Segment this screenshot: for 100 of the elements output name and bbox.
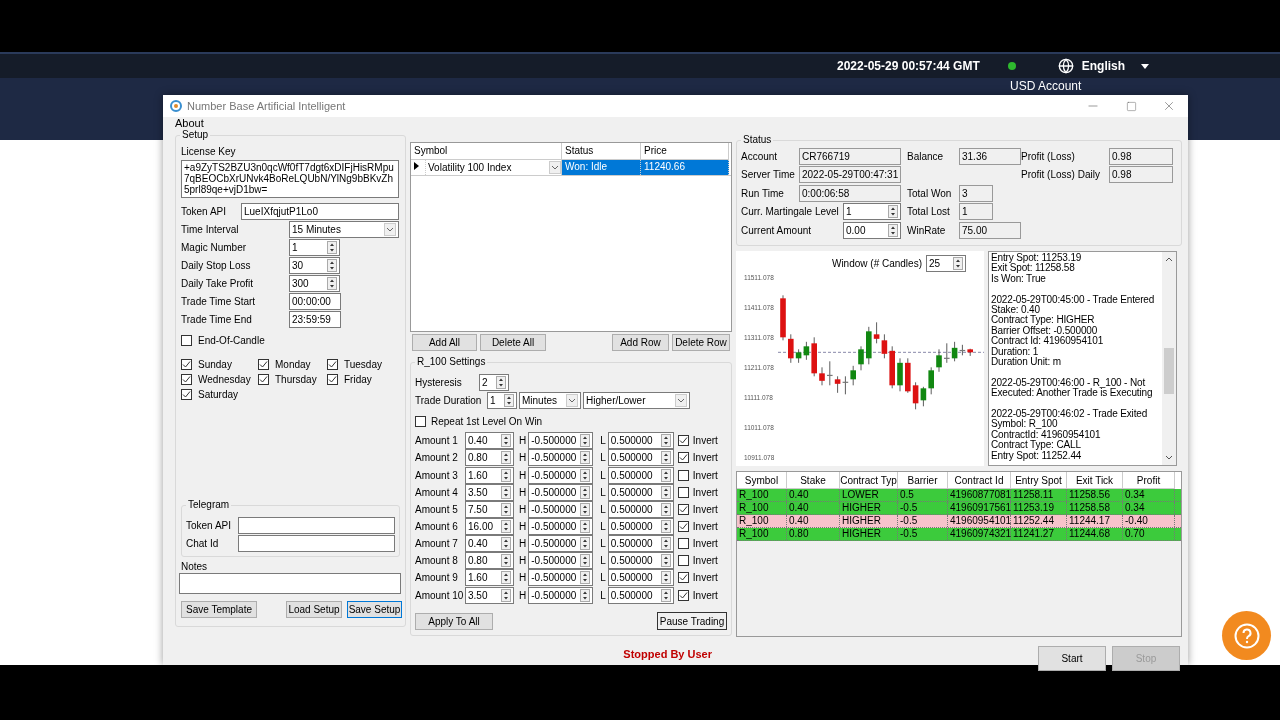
dropdown[interactable]: Higher/Lower xyxy=(583,391,690,409)
checkbox-label: Invert xyxy=(692,520,718,532)
table-cell: 0.40 xyxy=(787,489,840,501)
number-field[interactable]: 30 xyxy=(289,256,340,274)
button[interactable]: Save Template xyxy=(181,600,257,618)
menu-item[interactable]: About xyxy=(175,117,204,129)
globe-icon[interactable] xyxy=(1057,58,1074,74)
spin-arrows-icon xyxy=(953,256,963,270)
table-cell: 41960877081 xyxy=(948,489,1011,501)
checkbox[interactable] xyxy=(677,503,689,515)
button[interactable]: Delete All xyxy=(480,334,546,351)
time-field[interactable]: 00:00:00 xyxy=(289,292,341,310)
number-field[interactable]: -0.500000 xyxy=(528,552,594,570)
number-field[interactable]: 0.500000 xyxy=(607,535,674,553)
status-message: Stopped By User xyxy=(622,648,713,660)
button[interactable]: Add All xyxy=(412,334,477,351)
number-field[interactable]: 3.50 xyxy=(465,586,514,604)
text-field[interactable]: LueIXfqjutP1Lo0 xyxy=(241,202,399,220)
caret-icon[interactable] xyxy=(1141,63,1150,69)
checkbox[interactable] xyxy=(677,469,689,481)
number-field[interactable]: 0.500000 xyxy=(607,432,674,450)
number-field[interactable]: 0.500000 xyxy=(607,466,674,484)
number-field[interactable]: 0.500000 xyxy=(607,569,674,587)
readonly-field: 2022-05-29T00:47:31 xyxy=(799,166,901,183)
number-field[interactable]: 1 xyxy=(289,238,340,256)
checkbox[interactable] xyxy=(258,374,269,385)
table-cell: R_100 xyxy=(737,528,787,540)
log-line: Duration: 1 xyxy=(991,346,1040,357)
checkbox[interactable] xyxy=(181,374,192,385)
checkbox[interactable] xyxy=(258,359,269,370)
number-field[interactable]: -0.500000 xyxy=(528,535,594,553)
button[interactable]: Pause Trading xyxy=(657,612,727,631)
date-time: 2022-05-29 00:57:44 GMT xyxy=(837,59,980,73)
number-field[interactable]: 0.00 xyxy=(843,221,901,239)
table-row[interactable]: Volatility 100 Index Won: Idle 11240.66 xyxy=(411,160,731,176)
field-label: Time Interval xyxy=(181,223,240,235)
checkbox[interactable] xyxy=(181,334,192,346)
number-field[interactable]: 25 xyxy=(926,254,966,272)
table-cell: -0.40 xyxy=(1123,515,1175,527)
number-field[interactable]: 1.60 xyxy=(465,569,514,587)
number-field[interactable]: 0.40 xyxy=(465,535,514,553)
dropdown[interactable]: 15 Minutes xyxy=(289,220,399,238)
dropdown[interactable]: Minutes xyxy=(519,391,581,409)
table-cell: HIGHER xyxy=(840,528,898,540)
number-field[interactable]: 0.80 xyxy=(465,449,514,467)
language-selector[interactable]: English xyxy=(1081,59,1126,73)
checkbox[interactable] xyxy=(327,359,338,370)
number-field[interactable]: -0.500000 xyxy=(528,569,594,587)
time-field[interactable]: 23:59:59 xyxy=(289,310,341,328)
text-field[interactable] xyxy=(238,516,395,534)
license-key-field[interactable]: +a9ZyTS2BZU3n0qcWf0fT7dgt6xDIFjHisRMpu7qBEOCbXrUNvk4BoReLQUbN/YlNg9bBKvZh5prl89qe+vjD1bw= xyxy=(181,160,399,198)
spin-arrows-icon xyxy=(580,519,591,533)
field-label: Daily Take Profit xyxy=(181,277,255,289)
number-field[interactable]: -0.500000 xyxy=(528,432,594,450)
number-field[interactable]: 0.80 xyxy=(465,552,514,570)
number-field[interactable]: 0.500000 xyxy=(607,586,674,604)
checkbox[interactable] xyxy=(677,452,689,464)
number-field[interactable]: 1 xyxy=(487,391,517,409)
checkbox[interactable] xyxy=(327,374,338,385)
number-field[interactable]: 0.40 xyxy=(465,432,514,450)
checkbox[interactable] xyxy=(181,389,192,400)
notes-field[interactable] xyxy=(179,573,401,594)
button[interactable]: Start xyxy=(1038,645,1106,671)
field-label: H xyxy=(519,469,527,481)
checkbox[interactable] xyxy=(677,520,689,532)
table-cell: 0.40 xyxy=(787,515,840,527)
number-field[interactable]: 0.500000 xyxy=(607,552,674,570)
field-label: Amount 4 xyxy=(415,486,459,498)
field-label: H xyxy=(519,503,527,515)
field-label: Amount 1 xyxy=(415,435,459,447)
checkbox[interactable] xyxy=(415,416,426,428)
button[interactable]: Add Row xyxy=(612,334,669,351)
spin-arrows-icon xyxy=(496,376,506,390)
number-field[interactable]: -0.500000 xyxy=(528,466,594,484)
field-label: L xyxy=(600,469,606,481)
number-field[interactable]: 2 xyxy=(479,374,509,392)
checkbox[interactable] xyxy=(677,572,689,584)
checkbox[interactable] xyxy=(677,486,689,498)
button[interactable]: Save Setup xyxy=(347,600,402,618)
number-field[interactable]: 0.500000 xyxy=(607,449,674,467)
number-field[interactable]: -0.500000 xyxy=(528,449,594,467)
number-field[interactable]: 300 xyxy=(289,274,340,292)
number-field[interactable]: 1 xyxy=(843,203,901,220)
chevron-down-icon xyxy=(566,393,578,407)
text-field[interactable] xyxy=(238,534,395,552)
button[interactable]: Load Setup xyxy=(286,600,342,618)
field-label: H xyxy=(519,452,527,464)
spin-arrows-icon xyxy=(660,588,671,602)
button[interactable]: Delete Row xyxy=(672,334,730,351)
checkbox[interactable] xyxy=(677,589,689,601)
field-label: Run Time xyxy=(741,187,785,199)
checkbox[interactable] xyxy=(181,359,192,370)
checkbox[interactable] xyxy=(677,538,689,550)
checkbox[interactable] xyxy=(677,555,689,567)
button[interactable]: Apply To All xyxy=(415,612,493,630)
checkbox[interactable] xyxy=(677,435,689,447)
log-line: Exit Spot: 11258.58 xyxy=(991,263,1076,274)
symbol-dropdown[interactable]: Volatility 100 Index xyxy=(426,160,562,175)
number-field[interactable]: 1.60 xyxy=(465,466,514,484)
number-field[interactable]: -0.500000 xyxy=(528,586,594,604)
